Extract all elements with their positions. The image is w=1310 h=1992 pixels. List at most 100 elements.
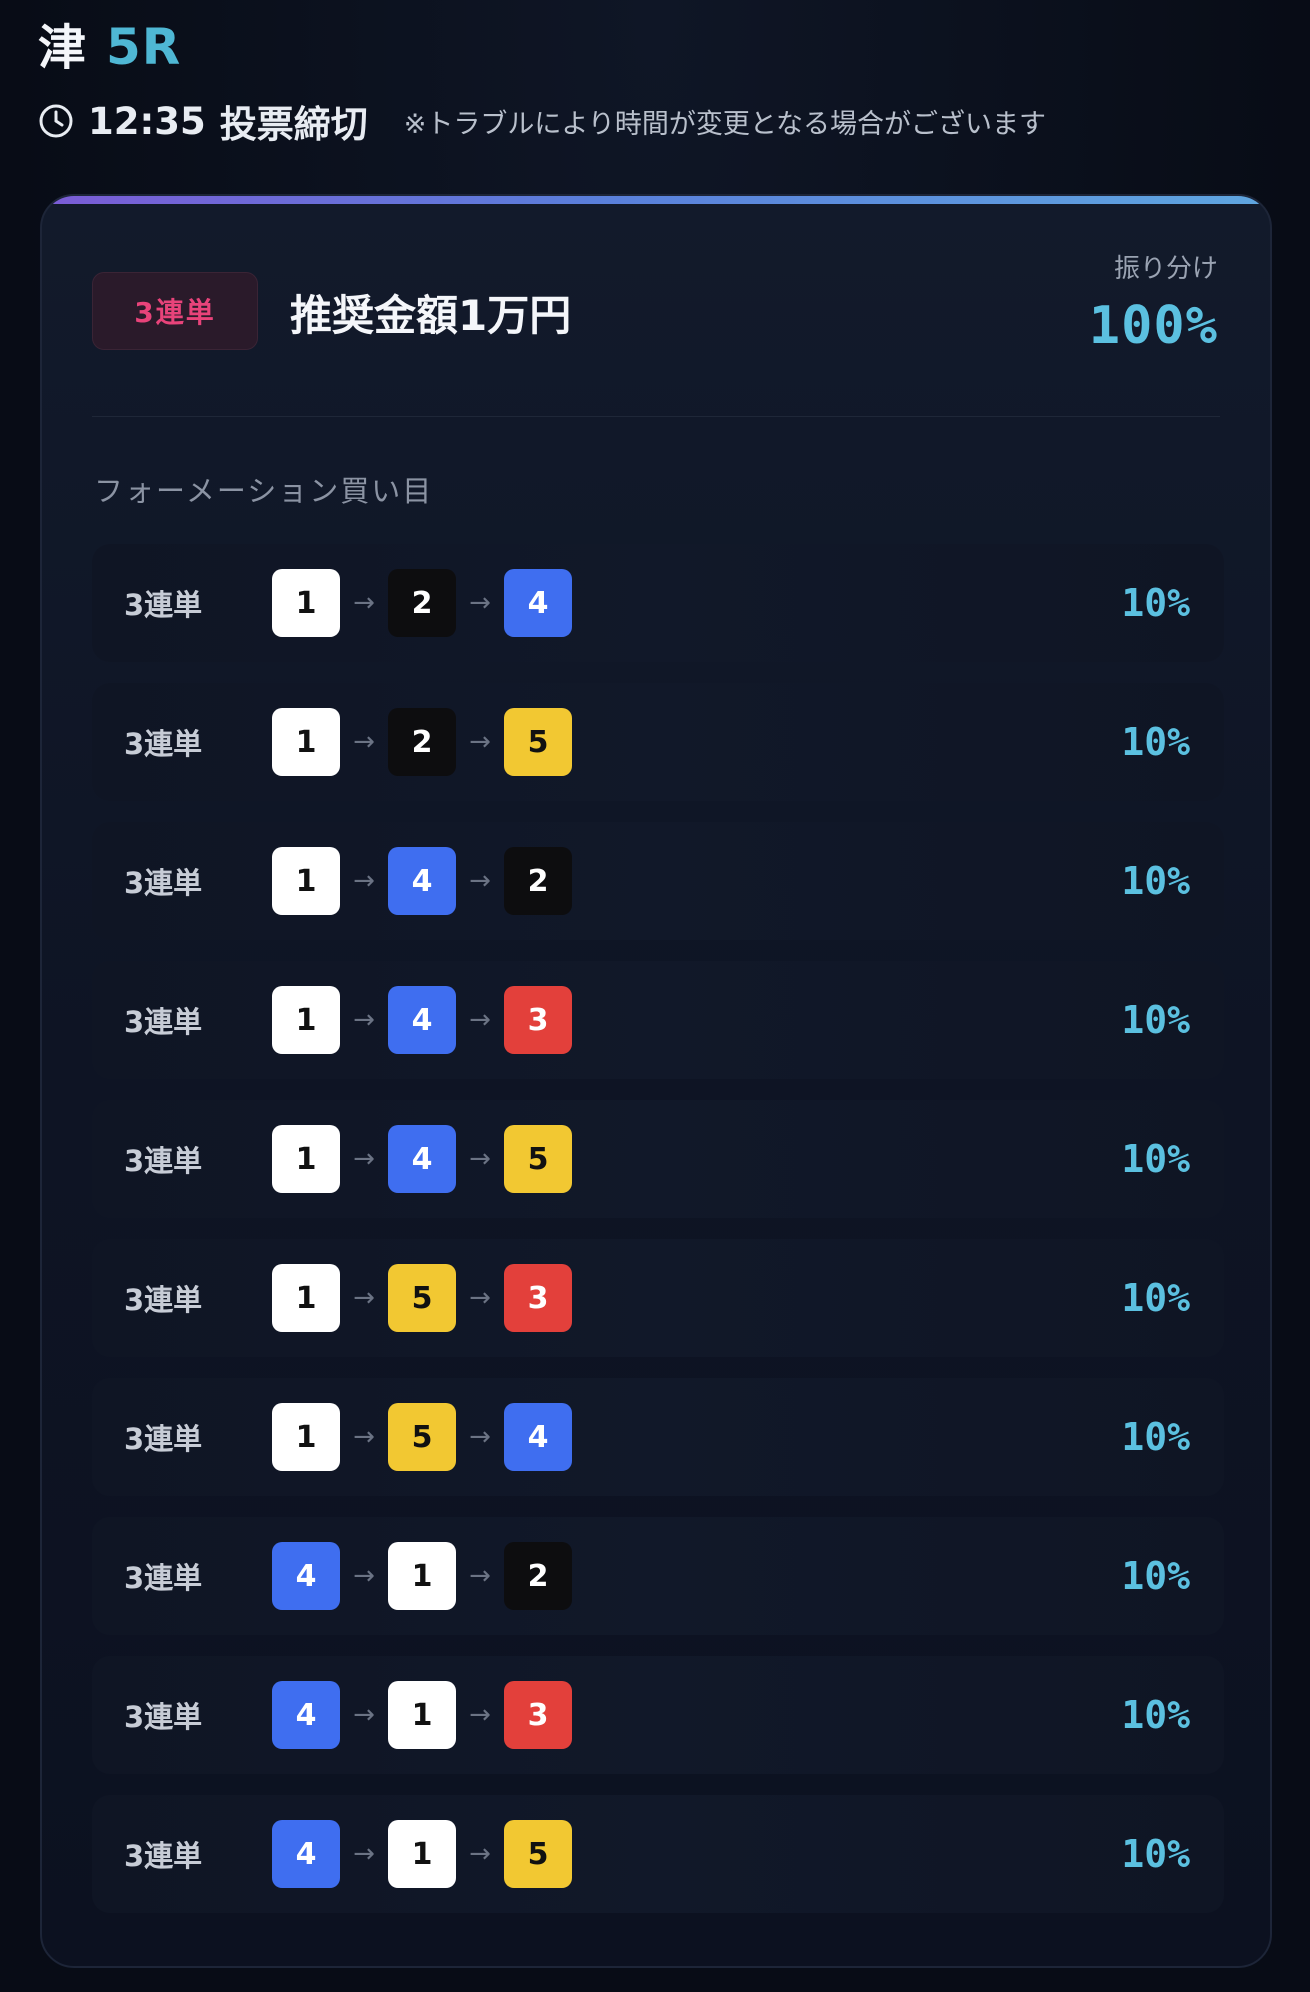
boat-number-5: 5 [504,1125,572,1193]
combination: 1 → 4 → 3 [272,985,572,1055]
boat-number-2: 2 [388,708,456,776]
bet-type-badge: 3連単 [92,272,258,350]
arrow-right-icon: → [469,1005,491,1035]
boat-number-4: 4 [272,1542,340,1610]
race-header: 津 5R [38,8,181,78]
deadline-label: 投票締切 [219,103,368,146]
formation-row: 3連単 1 → 5 → 3 10% [92,1239,1224,1357]
combination: 4 → 1 → 5 [272,1819,572,1889]
arrow-right-icon: → [469,727,491,757]
boat-number-1: 1 [272,569,340,637]
row-bet-type: 3連単 [124,1422,203,1456]
deadline-row: 12:35 投票締切 ※トラブルにより時間が変更となる場合がございます [38,96,1046,146]
allocation-label: 振り分け [1113,254,1218,284]
divider [92,416,1220,417]
boat-number-1: 1 [272,1125,340,1193]
recommendation-card: 3連単 推奨金額1万円 振り分け 100% フォーメーション買い目 3連単 1 → 2… [40,194,1272,1968]
combination: 1 → 4 → 2 [272,846,572,916]
arrow-right-icon: → [353,866,375,896]
boat-number-5: 5 [504,708,572,776]
boat-number-5: 5 [388,1403,456,1471]
arrow-right-icon: → [469,1144,491,1174]
row-percent: 10% [1121,1137,1190,1181]
allocation-value: 100% [1088,296,1218,356]
arrow-right-icon: → [469,1561,491,1591]
boat-number-5: 5 [504,1820,572,1888]
boat-number-4: 4 [272,1820,340,1888]
formation-row: 3連単 1 → 2 → 4 10% [92,544,1224,662]
formation-row: 3連単 4 → 1 → 3 10% [92,1656,1224,1774]
clock-icon [38,103,74,139]
formation-row: 3連単 1 → 2 → 5 10% [92,683,1224,801]
arrow-right-icon: → [353,1422,375,1452]
formation-row: 3連単 4 → 1 → 2 10% [92,1517,1224,1635]
arrow-right-icon: → [353,1839,375,1869]
row-percent: 10% [1121,1276,1190,1320]
arrow-right-icon: → [469,1700,491,1730]
formation-row: 3連単 1 → 4 → 5 10% [92,1100,1224,1218]
boat-number-2: 2 [504,847,572,915]
row-percent: 10% [1121,720,1190,764]
boat-number-4: 4 [388,847,456,915]
combination: 1 → 2 → 4 [272,568,572,638]
race-page: 津 5R 12:35 投票締切 ※トラブルにより時間が変更となる場合がございます… [0,0,1310,1992]
formation-row: 3連単 4 → 1 → 5 10% [92,1795,1224,1913]
boat-number-5: 5 [388,1264,456,1332]
row-bet-type: 3連単 [124,1839,203,1873]
arrow-right-icon: → [469,1422,491,1452]
race-number: 5R [106,18,182,76]
boat-number-3: 3 [504,1681,572,1749]
arrow-right-icon: → [469,1839,491,1869]
formation-row: 3連単 1 → 5 → 4 10% [92,1378,1224,1496]
arrow-right-icon: → [469,588,491,618]
row-percent: 10% [1121,1832,1190,1876]
combination: 1 → 5 → 4 [272,1402,572,1472]
recommended-amount: 推奨金額1万円 [290,291,572,340]
row-percent: 10% [1121,1554,1190,1598]
boat-number-4: 4 [272,1681,340,1749]
row-bet-type: 3連単 [124,588,203,622]
row-percent: 10% [1121,581,1190,625]
deadline-time: 12:35 [88,99,206,143]
boat-number-3: 3 [504,986,572,1054]
row-percent: 10% [1121,859,1190,903]
arrow-right-icon: → [353,1283,375,1313]
arrow-right-icon: → [469,1283,491,1313]
arrow-right-icon: → [353,1561,375,1591]
boat-number-4: 4 [388,986,456,1054]
deadline-note: ※トラブルにより時間が変更となる場合がございます [403,108,1047,140]
row-bet-type: 3連単 [124,1144,203,1178]
boat-number-1: 1 [272,986,340,1054]
arrow-right-icon: → [353,588,375,618]
boat-number-4: 4 [388,1125,456,1193]
boat-number-1: 1 [388,1542,456,1610]
venue-name: 津 [38,20,87,76]
arrow-right-icon: → [353,727,375,757]
row-bet-type: 3連単 [124,1005,203,1039]
boat-number-1: 1 [272,708,340,776]
formation-list: 3連単 1 → 2 → 4 10% 3連単 1 → 2 → 5 10% 3連単 1 → 4 → 2 10% 3連単 1 → 4 →… [92,544,1224,1934]
arrow-right-icon: → [469,866,491,896]
boat-number-1: 1 [272,1403,340,1471]
boat-number-2: 2 [504,1542,572,1610]
arrow-right-icon: → [353,1700,375,1730]
boat-number-4: 4 [504,1403,572,1471]
boat-number-1: 1 [272,1264,340,1332]
boat-number-4: 4 [504,569,572,637]
arrow-right-icon: → [353,1144,375,1174]
formation-row: 3連単 1 → 4 → 2 10% [92,822,1224,940]
combination: 1 → 2 → 5 [272,707,572,777]
row-bet-type: 3連単 [124,866,203,900]
row-percent: 10% [1121,1415,1190,1459]
combination: 4 → 1 → 2 [272,1541,572,1611]
boat-number-1: 1 [272,847,340,915]
boat-number-1: 1 [388,1820,456,1888]
row-bet-type: 3連単 [124,727,203,761]
row-percent: 10% [1121,1693,1190,1737]
row-bet-type: 3連単 [124,1700,203,1734]
row-bet-type: 3連単 [124,1561,203,1595]
combination: 1 → 4 → 5 [272,1124,572,1194]
combination: 4 → 1 → 3 [272,1680,572,1750]
formation-section-label: フォーメーション買い目 [94,474,434,508]
card-accent-bar [42,196,1270,204]
